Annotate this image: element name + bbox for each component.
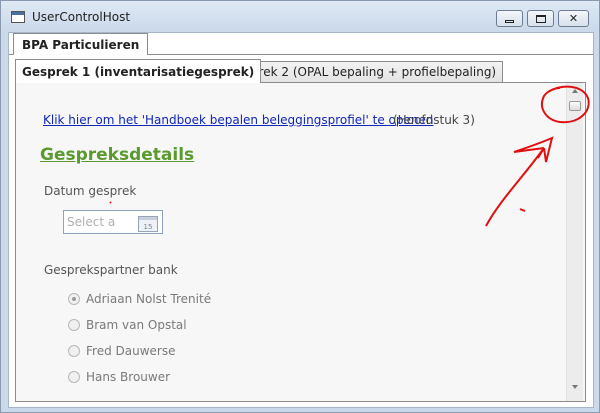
radio-label: Adriaan Nolst Trenité	[86, 292, 212, 306]
tab-gesprek-1[interactable]: Gesprek 1 (inventarisatiegesprek)	[15, 59, 262, 83]
close-button[interactable]: ✕	[558, 10, 589, 27]
close-icon: ✕	[568, 12, 579, 25]
maximize-button[interactable]	[527, 10, 554, 27]
vertical-scrollbar[interactable]	[566, 83, 583, 401]
radio-option[interactable]: Fred Dauwerse	[68, 343, 175, 359]
handbook-chapter-note: (Hoofdstuk 3)	[393, 113, 475, 127]
tab-gesprek-2[interactable]: Gesprek 2 (OPAL bepaling + profielbepali…	[221, 61, 504, 82]
maximize-icon	[535, 14, 546, 23]
outer-tab-panel: Gesprek 1 (inventarisatiegesprek) Gespre…	[9, 54, 593, 407]
radio-unchecked-icon[interactable]	[68, 345, 80, 357]
calendar-icon[interactable]: 15	[138, 216, 158, 232]
date-placeholder: Select a	[67, 215, 116, 229]
date-label: Datum gesprek	[44, 184, 137, 198]
calendar-day: 15	[143, 223, 153, 231]
handbook-link[interactable]: Klik hier om het 'Handboek bepalen beleg…	[43, 113, 433, 127]
radio-label: Fred Dauwerse	[86, 344, 176, 358]
minimize-icon	[505, 20, 514, 23]
window-title: UserControlHost	[32, 10, 131, 24]
radio-unchecked-icon[interactable]	[68, 319, 80, 331]
date-picker[interactable]: Select a 15	[63, 210, 163, 234]
scroll-up-icon[interactable]	[572, 89, 578, 93]
client-area: BPA Particulieren Gesprek 1 (inventarisa…	[8, 32, 594, 408]
radio-option[interactable]: Adriaan Nolst Trenité	[68, 291, 211, 307]
minimize-button[interactable]	[496, 10, 523, 27]
radio-label: Hans Brouwer	[86, 370, 171, 384]
inner-tab-panel: Klik hier om het 'Handboek bepalen beleg…	[15, 82, 586, 402]
tab-bpa-particulieren[interactable]: BPA Particulieren	[13, 33, 149, 55]
window-app-icon	[11, 11, 25, 23]
radio-unchecked-icon[interactable]	[68, 371, 80, 383]
section-heading: Gespreksdetails	[40, 145, 195, 165]
radio-option[interactable]: Hans Brouwer	[68, 369, 170, 385]
app-window: UserControlHost ✕ BPA Particulieren Gesp…	[0, 0, 600, 413]
partner-label: Gesprekspartner bank	[44, 263, 178, 277]
scroll-down-icon[interactable]	[572, 385, 578, 389]
title-bar[interactable]: UserControlHost ✕	[1, 1, 599, 31]
radio-checked-icon[interactable]	[68, 293, 80, 305]
scroll-thumb[interactable]	[569, 101, 581, 111]
radio-label: Bram van Opstal	[86, 318, 187, 332]
radio-option[interactable]: Bram van Opstal	[68, 317, 187, 333]
